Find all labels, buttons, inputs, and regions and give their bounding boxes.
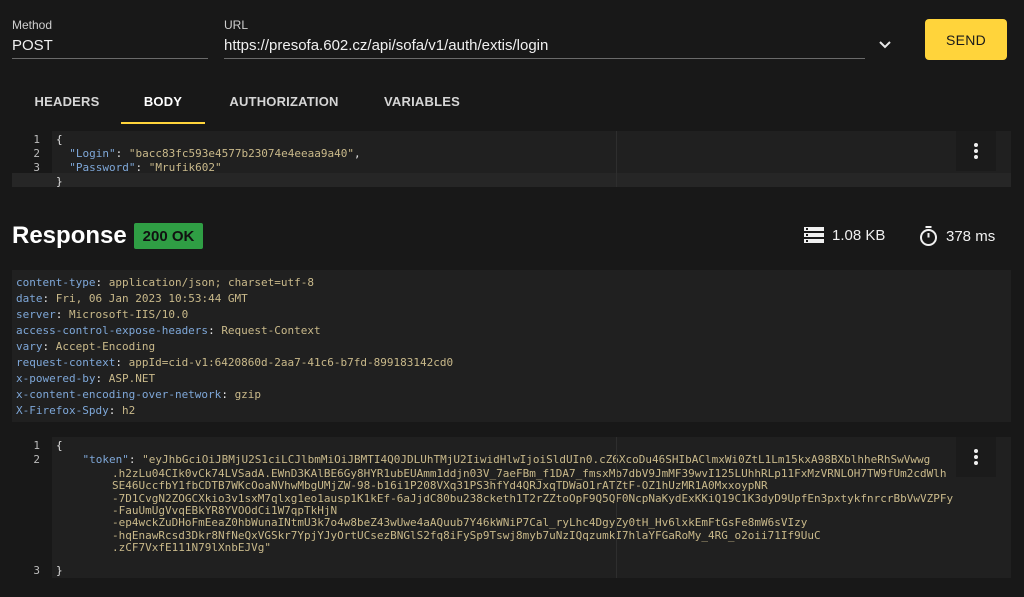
response-header-row: x-content-encoding-over-network: gzip (16, 388, 262, 401)
line-number: 1 (33, 439, 40, 452)
code-line: } (56, 564, 63, 577)
print-margin (616, 437, 617, 578)
tab-variables[interactable]: VARIABLES (376, 80, 468, 122)
header-key: x-content-encoding-over-network (16, 388, 222, 401)
json-string: "eyJhbGciOiJBMjU2S1ciLCJlbmMiOiJBMTI4Q0J… (142, 453, 931, 466)
header-value: Accept-Encoding (55, 340, 156, 353)
header-key: X-Firefox-Spdy (16, 404, 109, 417)
send-button[interactable]: SEND (925, 19, 1007, 60)
response-header-row: vary: Accept-Encoding (16, 340, 156, 353)
code-line: "Login": "bacc83fc593e4577b23074e4eeaa9a… (69, 147, 361, 160)
code-line: "Password": "Mrufik602" (69, 161, 222, 174)
code-line: } (56, 175, 63, 188)
line-number: 1 (33, 133, 40, 146)
header-key: vary (16, 340, 43, 353)
token-line: -FauUmUgVvqEBkYR8YVOOdCi1W7qpTkHjN (112, 503, 338, 517)
json-key: "Login" (69, 147, 116, 160)
request-body-editor[interactable]: 1 2 3 4 { "Login": "bacc83fc593e4577b230… (12, 131, 1011, 188)
json-string: "bacc83fc593e4577b23074e4eeaa9a40" (128, 147, 355, 160)
tab-body[interactable]: BODY (121, 80, 205, 124)
response-time: 378 ms (919, 226, 995, 246)
url-input[interactable]: https://presofa.602.cz/api/sofa/v1/auth/… (224, 37, 548, 54)
json-brace: { (56, 133, 63, 146)
json-key: "token" (82, 453, 129, 466)
token-line: .h2zLu04CIk0vCk74LVSadA.EWnD3KAlBE6Gy8HY… (112, 467, 947, 480)
status-badge: 200 OK (134, 223, 203, 249)
token-continuation: .h2zLu04CIk0vCk74LVSadA.EWnD3KAlBE6Gy8HY… (12, 467, 1011, 565)
url-label: URL (224, 18, 249, 32)
header-value: ASP.NET (108, 372, 156, 385)
response-header-row: request-context: appId=cid-v1:6420860d-2… (16, 356, 454, 369)
body-options-button[interactable] (956, 131, 996, 171)
line-number: 2 (33, 147, 40, 160)
stopwatch-icon (920, 226, 937, 246)
response-options-button[interactable] (956, 437, 996, 477)
header-key: x-powered-by (16, 372, 96, 385)
header-value: gzip (234, 388, 262, 401)
json-brace: } (56, 564, 63, 577)
token-line: -hqEnawRcsd3Dkr8NfNeQxVGSkr7YpjYJyOrtUCs… (112, 528, 821, 542)
response-header-row: X-Firefox-Spdy: h2 (16, 404, 136, 417)
line-number: 2 (33, 453, 40, 466)
method-select[interactable]: POST (12, 37, 53, 54)
line-number: 3 (33, 564, 40, 577)
response-header-row: content-type: application/json; charset=… (16, 276, 315, 289)
kebab-menu-icon (974, 449, 978, 465)
code-line: { (56, 439, 63, 452)
token-line: -7D1CvgN2ZOGCXkio3v1sxM7qlxg1eo1ausp1K1k… (112, 491, 954, 505)
header-value: h2 (121, 404, 136, 417)
code-line: "token": "eyJhbGciOiJBMjU2S1ciLCJlbmMiOi… (82, 453, 931, 466)
response-title: Response (12, 222, 127, 249)
url-underline (224, 58, 865, 59)
method-underline (12, 58, 208, 59)
response-header-row: access-control-expose-headers: Request-C… (16, 324, 321, 337)
header-value: Microsoft-IIS/10.0 (69, 308, 189, 321)
response-body-editor[interactable]: 1 2 3 { "token": "eyJhbGciOiJBMjU2S1ciLC… (12, 437, 1011, 578)
response-header-row: date: Fri, 06 Jan 2023 10:53:44 GMT (16, 292, 248, 305)
kebab-menu-icon (974, 143, 978, 159)
method-label: Method (12, 18, 53, 32)
header-value: Request-Context (221, 324, 321, 337)
header-value: appId=cid-v1:6420860d-2aa7-41c6-b7fd-899… (128, 356, 454, 369)
token-line: -ep4wckZuDHoFmEeaZ0hbWunaINtmU3k7o4w8beZ… (112, 516, 808, 530)
response-header-row: server: Microsoft-IIS/10.0 (16, 308, 189, 321)
header-key: request-context (16, 356, 116, 369)
json-key: "Password" (69, 161, 136, 174)
header-key: date (16, 292, 43, 305)
list-icon (804, 227, 824, 243)
tab-headers[interactable]: HEADERS (24, 80, 110, 122)
json-string: "Mrufik602" (148, 161, 222, 174)
print-margin (616, 131, 617, 187)
response-header-row: x-powered-by: ASP.NET (16, 372, 156, 385)
response-time-value: 378 ms (946, 227, 996, 245)
response-size: 1.08 KB (804, 226, 885, 244)
header-key: server (16, 308, 56, 321)
header-key: content-type (16, 276, 96, 289)
json-brace: } (56, 175, 63, 188)
json-brace: { (56, 439, 63, 452)
response-headers: content-type: application/json; charset=… (12, 270, 1011, 422)
tab-authorization[interactable]: AUTHORIZATION (222, 80, 346, 122)
chevron-down-icon[interactable] (876, 36, 894, 54)
header-value: application/json; charset=utf-8 (108, 276, 315, 289)
response-size-value: 1.08 KB (832, 226, 886, 244)
cursor-line-highlight (12, 173, 1011, 187)
code-line: { (56, 133, 63, 146)
token-line: .zCF7VxfE111N79lXnbEJVg" (112, 540, 271, 554)
token-line: SE46UccfbY1fbCDTB7WKcOoaNVhwMbgUMjZW-98-… (112, 479, 768, 493)
header-value: Fri, 06 Jan 2023 10:53:44 GMT (55, 292, 248, 305)
header-key: access-control-expose-headers (16, 324, 209, 337)
